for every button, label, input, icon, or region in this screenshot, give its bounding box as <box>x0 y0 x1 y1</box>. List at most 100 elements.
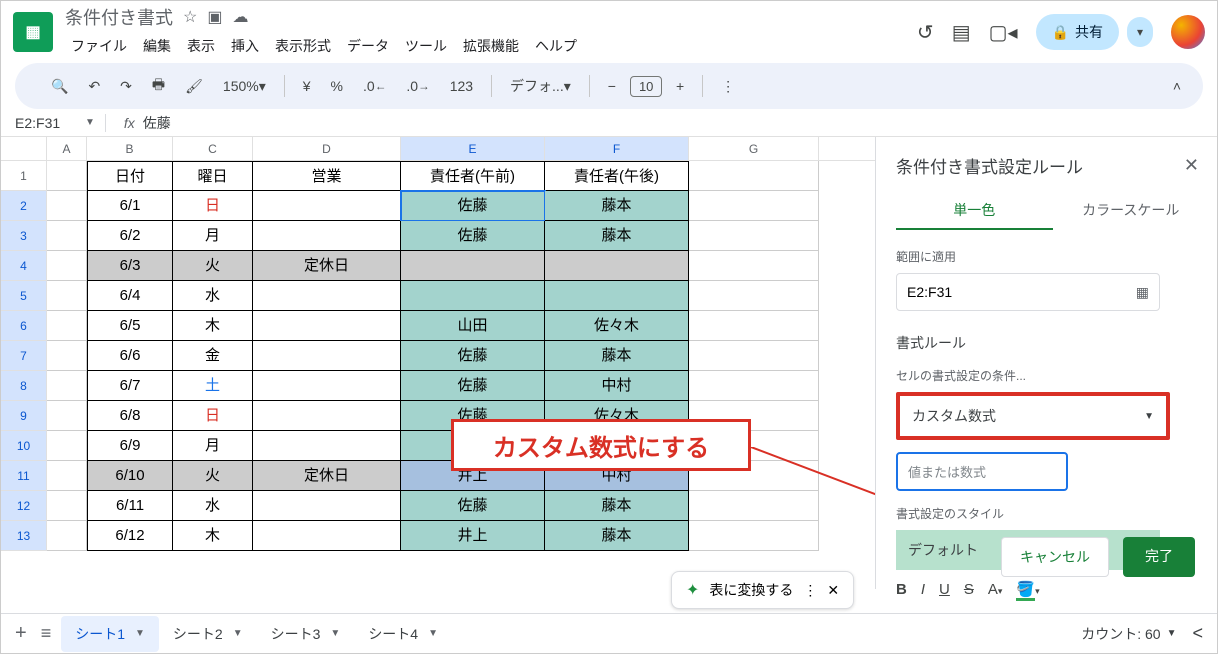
done-button[interactable]: 完了 <box>1123 537 1195 577</box>
formula-input[interactable]: 佐藤 <box>143 113 171 133</box>
cell[interactable]: 6/8 <box>87 401 173 431</box>
font-size-minus[interactable]: − <box>602 74 622 98</box>
cell[interactable]: 日 <box>173 401 253 431</box>
percent-button[interactable]: % <box>325 74 349 98</box>
count-dropdown-icon[interactable]: ▼ <box>1167 628 1177 639</box>
increase-decimal-button[interactable]: .0→ <box>400 74 435 98</box>
cell[interactable] <box>253 491 401 521</box>
cell[interactable]: 6/12 <box>87 521 173 551</box>
cell[interactable]: 佐藤 <box>401 371 545 401</box>
cell[interactable]: 佐藤 <box>401 491 545 521</box>
more-toolbar-icon[interactable]: ⋮ <box>715 74 741 99</box>
meet-icon[interactable]: ▢◂ <box>989 20 1018 45</box>
row-header[interactable]: 4 <box>1 251 47 281</box>
cell[interactable]: 佐藤 <box>401 221 545 251</box>
cell[interactable]: 6/5 <box>87 311 173 341</box>
row-header[interactable]: 8 <box>1 371 47 401</box>
paint-format-icon[interactable]: 🖌 <box>179 74 209 99</box>
cell[interactable] <box>253 431 401 461</box>
cell[interactable] <box>253 191 401 221</box>
menu-tools[interactable]: ツール <box>399 32 453 60</box>
sheet-tab-4[interactable]: シート4▼ <box>354 616 452 652</box>
comments-icon[interactable]: ▤ <box>952 20 971 45</box>
share-button[interactable]: 🔒 共有 <box>1036 14 1119 50</box>
cell[interactable]: 藤本 <box>545 521 689 551</box>
name-box[interactable]: E2:F31 <box>15 115 85 131</box>
cell[interactable]: 6/7 <box>87 371 173 401</box>
font-size-plus[interactable]: + <box>670 74 690 98</box>
cell[interactable]: 火 <box>173 461 253 491</box>
cell[interactable] <box>253 311 401 341</box>
custom-formula-input[interactable]: 値または数式 <box>896 452 1068 491</box>
tab-single-color[interactable]: 単一色 <box>896 192 1053 230</box>
cloud-icon[interactable]: ☁ <box>232 7 248 27</box>
select-all-corner[interactable] <box>1 137 47 160</box>
more-icon[interactable]: ⋮ <box>803 582 817 599</box>
cell[interactable]: 火 <box>173 251 253 281</box>
cell[interactable]: 日 <box>173 191 253 221</box>
cell[interactable] <box>253 341 401 371</box>
cell[interactable]: 月 <box>173 431 253 461</box>
explore-icon[interactable]: < <box>1192 623 1203 644</box>
row-header[interactable]: 1 <box>1 161 47 191</box>
menu-extensions[interactable]: 拡張機能 <box>457 32 525 60</box>
cell[interactable]: 佐藤 <box>401 191 545 221</box>
zoom-select[interactable]: 150% ▾ <box>217 74 272 99</box>
cell[interactable]: 土 <box>173 371 253 401</box>
row-header[interactable]: 6 <box>1 311 47 341</box>
undo-icon[interactable]: ↶ <box>82 74 106 99</box>
cell[interactable] <box>401 281 545 311</box>
range-field[interactable] <box>907 284 1136 300</box>
italic-button[interactable]: I <box>921 581 925 598</box>
menu-help[interactable]: ヘルプ <box>529 32 583 60</box>
row-header[interactable]: 12 <box>1 491 47 521</box>
row-header[interactable]: 2 <box>1 191 47 221</box>
cell[interactable] <box>253 371 401 401</box>
col-header-E[interactable]: E <box>401 137 545 160</box>
bold-button[interactable]: B <box>896 581 907 598</box>
collapse-toolbar-icon[interactable]: ˄ <box>1163 74 1191 98</box>
menu-data[interactable]: データ <box>341 32 395 60</box>
text-color-button[interactable]: A▾ <box>988 581 1003 598</box>
history-icon[interactable]: ↺ <box>917 20 934 45</box>
cell[interactable]: 井上 <box>401 521 545 551</box>
cell[interactable]: 月 <box>173 221 253 251</box>
range-input[interactable]: ▦ <box>896 273 1160 311</box>
cell[interactable]: 金 <box>173 341 253 371</box>
cell[interactable]: 6/11 <box>87 491 173 521</box>
row-header[interactable]: 3 <box>1 221 47 251</box>
cell[interactable]: 6/1 <box>87 191 173 221</box>
cell[interactable]: 藤本 <box>545 221 689 251</box>
strike-button[interactable]: S <box>964 581 974 598</box>
sheet-tab-1[interactable]: シート1▼ <box>61 616 159 652</box>
close-icon[interactable]: ✕ <box>1184 155 1199 176</box>
share-dropdown[interactable]: ▾ <box>1127 17 1153 47</box>
menu-view[interactable]: 表示 <box>181 32 221 60</box>
cell[interactable]: 藤本 <box>545 491 689 521</box>
cell[interactable]: 6/2 <box>87 221 173 251</box>
avatar[interactable] <box>1171 15 1205 49</box>
select-range-icon[interactable]: ▦ <box>1136 284 1149 301</box>
cell[interactable]: 定休日 <box>253 251 401 281</box>
row-header[interactable]: 13 <box>1 521 47 551</box>
print-icon[interactable]: 🖶 <box>146 70 171 102</box>
currency-button[interactable]: ¥ <box>297 74 317 98</box>
row-header[interactable]: 5 <box>1 281 47 311</box>
sheet-tab-3[interactable]: シート3▼ <box>257 616 355 652</box>
cell[interactable] <box>253 221 401 251</box>
cell[interactable]: 藤本 <box>545 341 689 371</box>
col-header-G[interactable]: G <box>689 137 819 160</box>
cell[interactable] <box>253 401 401 431</box>
cell[interactable]: 定休日 <box>253 461 401 491</box>
search-icon[interactable]: 🔍 <box>45 74 74 99</box>
fill-color-button[interactable]: 🪣▾ <box>1016 580 1039 598</box>
menu-edit[interactable]: 編集 <box>137 32 177 60</box>
move-icon[interactable]: ▣ <box>207 7 222 27</box>
menu-insert[interactable]: 挿入 <box>225 32 265 60</box>
convert-to-table-chip[interactable]: ✦ 表に変換する ⋮ ✕ <box>671 571 854 609</box>
cell[interactable]: 木 <box>173 521 253 551</box>
col-header-A[interactable]: A <box>47 137 87 160</box>
header-cell[interactable]: 責任者(午前) <box>401 161 545 191</box>
font-select[interactable]: デフォ... ▾ <box>504 72 577 100</box>
cell[interactable]: 佐藤 <box>401 341 545 371</box>
